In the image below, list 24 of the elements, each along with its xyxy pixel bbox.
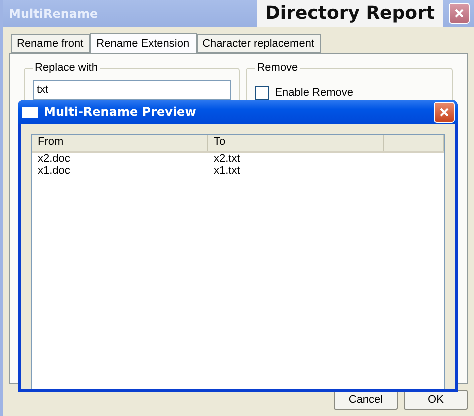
group-title: Remove bbox=[256, 62, 300, 74]
column-header[interactable]: To bbox=[208, 135, 384, 151]
close-icon bbox=[454, 8, 465, 19]
table-cell-text: x1.txt bbox=[213, 165, 242, 177]
table-cell-text: x2.txt bbox=[213, 153, 242, 165]
tab[interactable]: Rename front bbox=[11, 34, 90, 53]
dialog-title: Multi-Rename Preview bbox=[44, 105, 198, 119]
overlay-label: Directory Report bbox=[257, 0, 443, 27]
ok-button[interactable]: OK bbox=[404, 390, 468, 410]
table-cell-text: x2.doc bbox=[37, 153, 72, 165]
cancel-button[interactable]: Cancel bbox=[334, 390, 398, 410]
tab[interactable]: Rename Extension bbox=[90, 33, 197, 54]
input-field[interactable]: txt bbox=[33, 80, 232, 100]
column-header[interactable]: From bbox=[32, 135, 208, 151]
table-cell-text: x1.doc bbox=[37, 165, 72, 177]
window-title: MultiRename bbox=[9, 6, 100, 20]
window-icon bbox=[22, 106, 38, 118]
close-button[interactable] bbox=[434, 102, 455, 122]
close-icon bbox=[439, 106, 450, 118]
checkbox-label: Enable Remove bbox=[275, 87, 354, 99]
close-button[interactable] bbox=[449, 3, 470, 24]
checkbox[interactable] bbox=[255, 86, 270, 100]
group-title: Replace with bbox=[34, 62, 99, 74]
tab[interactable]: Character replacement bbox=[196, 34, 320, 53]
